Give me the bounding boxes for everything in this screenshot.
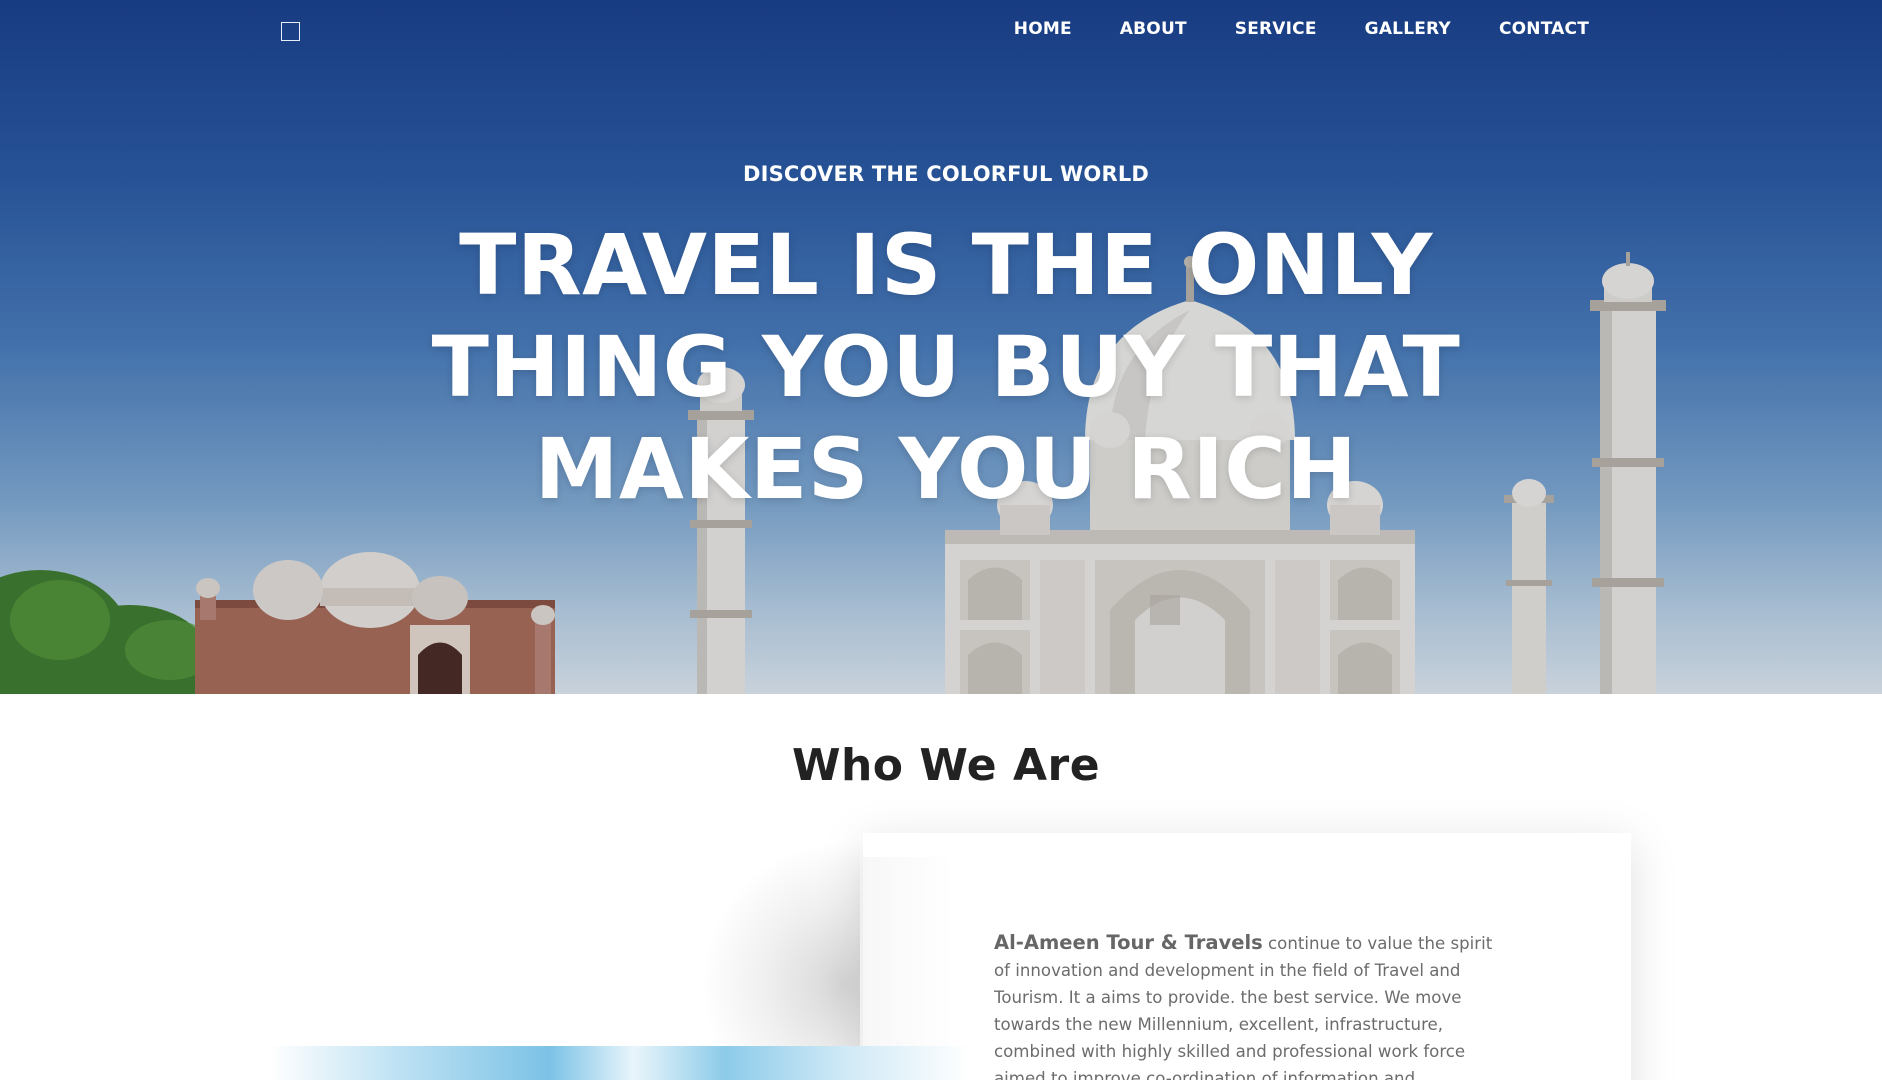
image-shadow: [700, 840, 860, 1080]
hero-title-line: TRAVEL IS THE ONLY: [459, 216, 1433, 314]
about-body: continue to value the spirit of innovati…: [994, 934, 1493, 1080]
about-text: Al-Ameen Tour & Travels continue to valu…: [994, 929, 1504, 1080]
hero-banner: HOME ABOUT SERVICE GALLERY CONTACT DISCO…: [0, 0, 1882, 694]
brand-name: Al-Ameen Tour & Travels: [994, 931, 1263, 954]
hero-title: TRAVEL IS THE ONLY THING YOU BUY THAT MA…: [0, 214, 1882, 520]
nav-about[interactable]: ABOUT: [1120, 17, 1187, 41]
hero-title-line: MAKES YOU RICH: [534, 420, 1358, 518]
logo-placeholder[interactable]: [281, 22, 300, 41]
sky-image: [270, 1046, 970, 1080]
about-card: Al-Ameen Tour & Travels continue to valu…: [863, 833, 1631, 1080]
nav-contact[interactable]: CONTACT: [1499, 17, 1589, 41]
nav-service[interactable]: SERVICE: [1235, 17, 1317, 41]
hero-subtitle: DISCOVER THE COLORFUL WORLD: [742, 162, 1150, 186]
section-heading: Who We Are: [791, 740, 1101, 791]
hero-title-line: THING YOU BUY THAT: [431, 318, 1461, 416]
main-nav: HOME ABOUT SERVICE GALLERY CONTACT: [1014, 17, 1589, 41]
nav-gallery[interactable]: GALLERY: [1365, 17, 1451, 41]
nav-home[interactable]: HOME: [1014, 17, 1072, 41]
